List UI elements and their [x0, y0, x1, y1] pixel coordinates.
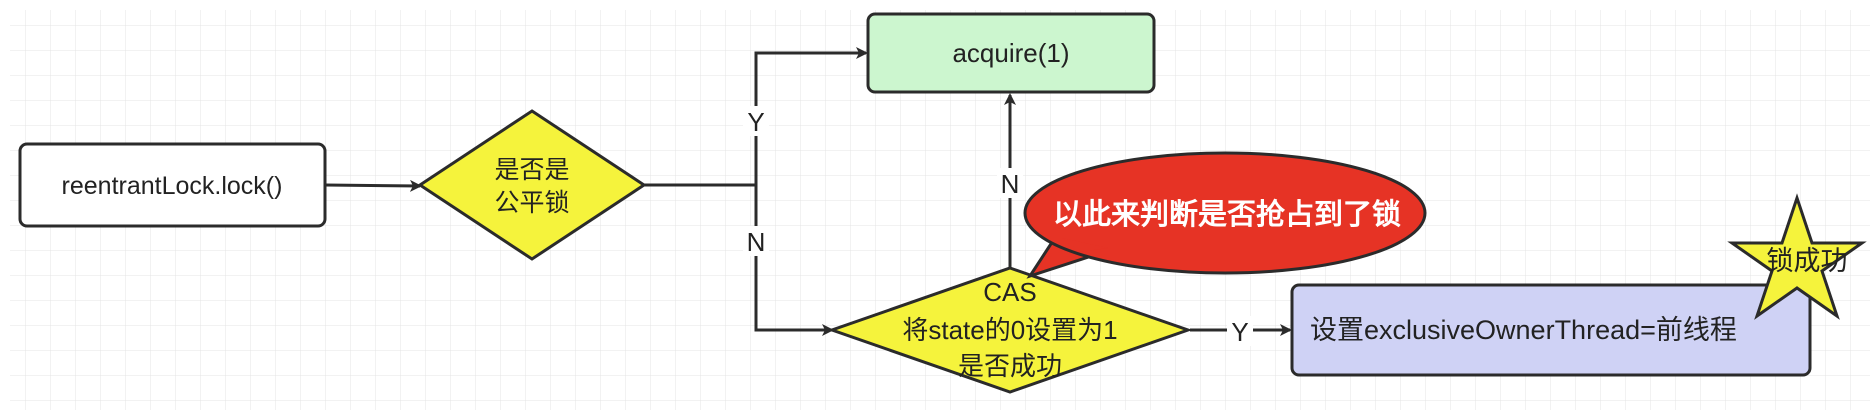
acquire-node[interactable]: acquire(1) [866, 12, 1156, 94]
cas-decision-line2: 将state的0设置为1 [902, 315, 1117, 345]
start-node[interactable]: reentrantLock.lock() [18, 142, 327, 228]
edge-label-fair-no: N [747, 227, 766, 257]
acquire-node-label: acquire(1) [952, 38, 1069, 68]
edge-label-cas-no: N [1001, 169, 1020, 199]
edge-label-fair-yes: Y [747, 107, 764, 137]
edge-label-cas-yes: Y [1231, 317, 1248, 347]
start-node-label: reentrantLock.lock() [62, 172, 283, 200]
cas-decision-line1: CAS [983, 277, 1036, 307]
set-owner-node[interactable]: 设置exclusiveOwnerThread=前线程 [1290, 283, 1812, 377]
fair-lock-decision-line1: 是否是 [494, 156, 569, 184]
cas-decision-line3: 是否成功 [958, 351, 1062, 381]
set-owner-node-label: 设置exclusiveOwnerThread=前线程 [1310, 315, 1737, 345]
success-star-label: 锁成功 [1767, 246, 1848, 276]
edge-start-to-fair-check[interactable] [324, 179, 422, 192]
callout-bubble-label: 以此来判断是否抢占到了锁 [1053, 197, 1401, 231]
fair-lock-decision-line2: 公平锁 [494, 189, 569, 217]
flowchart-canvas: Y N N Y reentrantLock.lock() 是否是 公平锁 acq… [10, 10, 1870, 410]
